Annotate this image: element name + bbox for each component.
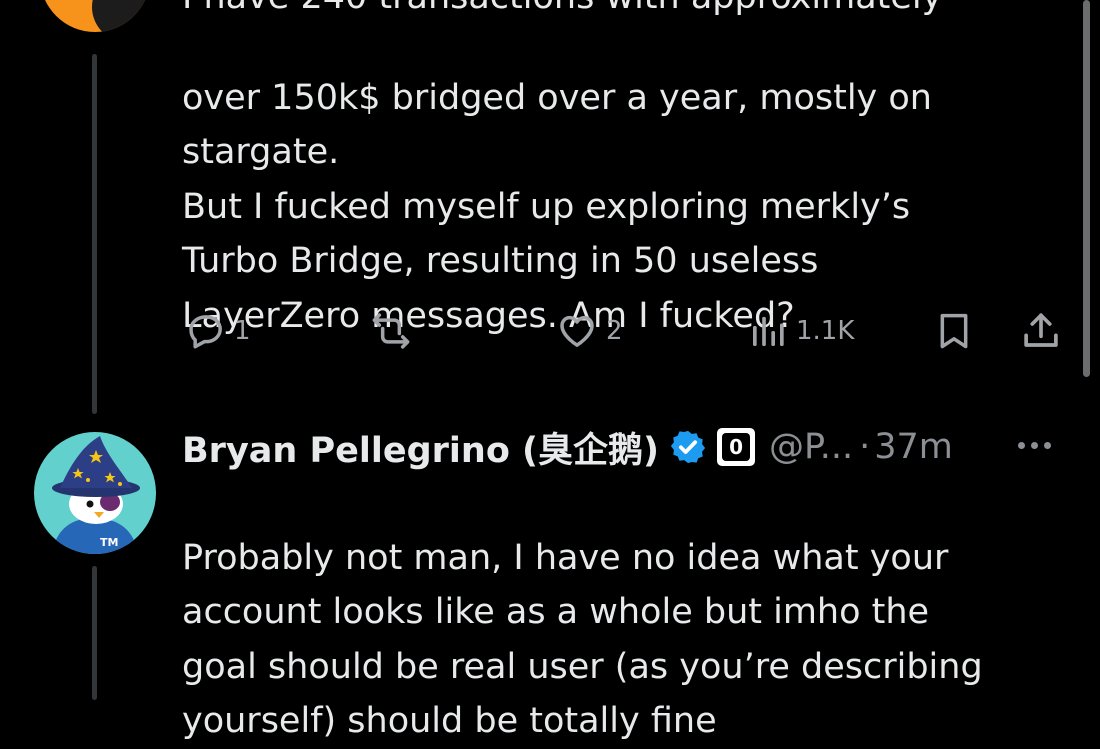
author-handle[interactable]: @P... — [769, 427, 853, 467]
parent-tweet-line: But I fucked myself up exploring merkly’… — [182, 186, 911, 227]
parent-tweet-line: Turbo Bridge, resulting in 50 useless — [182, 241, 819, 281]
views-icon — [748, 311, 788, 351]
like-count: 2 — [606, 316, 623, 346]
bookmark-button[interactable] — [934, 306, 974, 356]
tweet-timestamp[interactable]: 37m — [874, 427, 953, 467]
like-button[interactable]: 2 — [556, 306, 623, 356]
reply-tweet-line: goal should be real user (as you’re desc… — [182, 646, 983, 687]
reply-tweet-text: Probably not man, I have no idea what yo… — [182, 476, 1062, 749]
views-count: 1.1K — [796, 316, 855, 346]
thread-line — [92, 54, 97, 414]
reply-icon — [186, 311, 226, 351]
parent-tweet-line: stargate. — [182, 132, 340, 172]
share-icon — [1020, 310, 1062, 352]
reply-tweet-line: Probably not man, I have no idea what yo… — [182, 537, 949, 578]
reply-button[interactable]: 1 — [186, 306, 251, 356]
reply-tweet-line: yourself) should be totally fine — [182, 701, 717, 741]
svg-text:TM: TM — [100, 536, 118, 549]
meta-separator: · — [859, 427, 871, 467]
affiliate-badge[interactable]: 0 — [717, 428, 756, 466]
avatar-dark-figure — [92, 0, 150, 32]
wizard-penguin-icon: TM — [52, 436, 140, 554]
heart-icon — [556, 311, 598, 351]
reply-author-avatar[interactable]: TM — [34, 432, 156, 554]
more-options-icon[interactable] — [1018, 430, 1051, 460]
verified-badge-icon — [669, 428, 707, 466]
share-button[interactable] — [1020, 306, 1062, 356]
bookmark-icon — [934, 310, 974, 352]
thread-line — [92, 566, 97, 700]
affiliate-badge-label: 0 — [722, 433, 751, 461]
views-button[interactable]: 1.1K — [748, 306, 854, 356]
parent-tweet-text: over 150k$ bridged over a year, mostly o… — [182, 16, 1062, 343]
author-name[interactable]: Bryan Pellegrino (臭企鹅) — [182, 422, 659, 473]
tweet-actions-bar: 1 2 1.1K — [182, 306, 1062, 356]
retweet-icon — [370, 311, 412, 351]
parent-tweet-line: over 150k$ bridged over a year, mostly o… — [182, 77, 932, 118]
retweet-button[interactable] — [370, 306, 412, 356]
parent-author-avatar[interactable] — [40, 0, 150, 32]
reply-header: Bryan Pellegrino (臭企鹅) 0 @P... · 37m — [182, 418, 953, 476]
reply-tweet-line: account looks like as a whole but imho t… — [182, 592, 930, 632]
scrollbar[interactable] — [1083, 0, 1090, 377]
reply-count: 1 — [234, 316, 251, 346]
